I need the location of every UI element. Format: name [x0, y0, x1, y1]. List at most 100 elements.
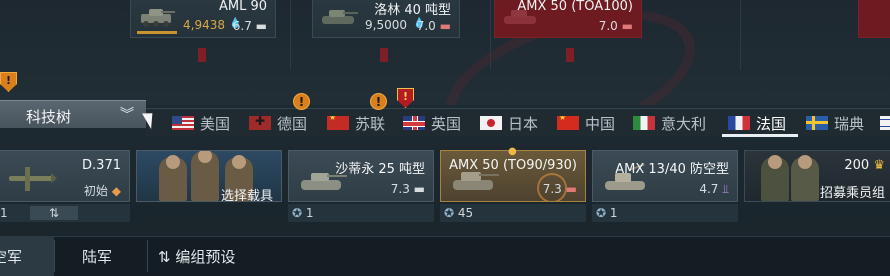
tab-sweden[interactable]: 瑞典: [806, 112, 864, 134]
research-cost: 4,9438: [183, 18, 225, 32]
crew-slot-vehicle-selected[interactable]: AMX 50 (TO90/930) 7.3 ▬: [440, 150, 586, 202]
warning-icon[interactable]: !: [370, 93, 387, 110]
battle-rating: 7.3 ▬: [390, 182, 425, 196]
divider: [147, 240, 148, 272]
tree-divider: [290, 0, 291, 70]
selected-ring: [537, 173, 567, 201]
crew-skill-icon: ✪: [444, 206, 455, 220]
swap-button[interactable]: ⇅: [30, 206, 78, 220]
tech-tree-label: 科技树: [26, 108, 72, 126]
recruit-cost: 200 ♛: [844, 158, 885, 173]
tab-label: 中国: [585, 114, 616, 133]
tab-label: 日本: [508, 114, 539, 133]
slot-footer: ✪ 45: [440, 204, 586, 222]
tree-link-marker: [566, 48, 574, 62]
slot-footer: ✪ 1: [592, 204, 738, 222]
tree-divider: [490, 0, 491, 70]
battle-rating: 7.0 ▬: [416, 19, 451, 33]
crew-slot-vehicle[interactable]: AMX 13/40 防空型 4.7 ⫫: [592, 150, 738, 202]
tab-air[interactable]: 空军: [0, 246, 22, 267]
tab-germany[interactable]: 德国: [249, 112, 307, 134]
slot-footer: ✪ 1: [288, 204, 434, 222]
vehicle-thumbnail-icon: [322, 10, 358, 24]
bottom-bar: [0, 236, 890, 276]
tab-china[interactable]: 中国: [557, 112, 615, 134]
crew-level: 1: [0, 206, 8, 220]
usa-flag-icon: [172, 116, 194, 130]
france-flag-icon: [728, 116, 750, 130]
research-progress-bar: [137, 31, 177, 34]
tab-usa[interactable]: 美国: [172, 112, 230, 134]
tab-france[interactable]: 法国: [728, 112, 786, 134]
tab-label: 英国: [431, 114, 462, 133]
tree-divider: [740, 0, 741, 70]
vehicle-name: AML 90: [218, 0, 267, 14]
event-shield-icon[interactable]: !: [397, 88, 414, 108]
battle-rating: 4.7 ⫫: [699, 182, 729, 196]
research-cost: 9,5000: [365, 18, 407, 32]
tree-vehicle-card[interactable]: AML 90 4,9438 💧 6.7 ▬: [130, 0, 276, 38]
israel-flag-icon[interactable]: [880, 116, 890, 130]
tab-ground[interactable]: 陆军: [82, 246, 112, 267]
vehicle-name: D.371: [82, 158, 121, 173]
battle-rating: 7.0 ▬: [598, 19, 633, 33]
crew-level: 1: [609, 206, 618, 220]
crew-level: 1: [305, 206, 314, 220]
crew-figure: [791, 155, 819, 201]
warning-icon[interactable]: !: [293, 93, 310, 110]
tech-tree-area: AML 90 4,9438 💧 6.7 ▬ 洛林 40 吨型 9,5000 💧 …: [0, 0, 890, 105]
vehicle-name: AMX 13/40 防空型: [615, 162, 729, 177]
tab-britain[interactable]: 英国: [403, 112, 461, 134]
tab-japan[interactable]: 日本: [480, 112, 538, 134]
tree-vehicle-card[interactable]: 洛林 40 吨型 9,5000 💧 7.0 ▬: [312, 0, 460, 38]
tab-label: 苏联: [355, 114, 386, 133]
japan-flag-icon: [480, 116, 502, 130]
vehicle-name: 洛林 40 吨型: [374, 3, 451, 18]
crew-skill-icon: ✪: [596, 206, 607, 220]
swap-icon: ⇅: [158, 248, 171, 266]
sweden-flag-icon: [806, 116, 828, 130]
tech-tree-button[interactable]: 科技树 ︾: [0, 100, 146, 128]
crew-skill-icon: ✪: [292, 206, 303, 220]
tree-link-marker: [198, 48, 206, 62]
slot-footer: 1 ⇅: [0, 204, 130, 222]
tree-vehicle-card-locked[interactable]: [858, 0, 890, 38]
crew-slot-aircraft[interactable]: D.371 初始 ◆: [0, 150, 130, 202]
crew-slot-vehicle[interactable]: 沙蒂永 25 吨型 7.3 ▬: [288, 150, 434, 202]
tab-label: 法国: [756, 114, 787, 133]
germany-flag-icon: [249, 116, 271, 130]
preset-button[interactable]: ⇅ 编组预设: [158, 246, 235, 267]
crew-figure: [159, 155, 187, 201]
tab-ussr[interactable]: 苏联: [327, 112, 385, 134]
vehicle-status: 初始 ◆: [83, 184, 121, 198]
tab-label: 瑞典: [834, 114, 865, 133]
vehicle-name: AMX 50 (TOA100): [517, 0, 633, 14]
choose-vehicle-label: 选择载具: [220, 189, 273, 202]
uk-flag-icon: [403, 116, 425, 130]
china-flag-icon: [557, 116, 579, 130]
aircraft-thumbnail-icon: [9, 167, 57, 191]
ussr-flag-icon: [327, 116, 349, 130]
top-marker-icon: ●: [508, 146, 517, 157]
crew-slot-empty[interactable]: 选择载具: [136, 150, 282, 202]
crew-figure: [761, 155, 789, 201]
crew-level: 45: [457, 206, 474, 220]
tab-label: 意大利: [661, 114, 707, 133]
active-tab-indicator: [722, 134, 798, 137]
italy-flag-icon: [633, 116, 655, 130]
divider: [54, 240, 55, 272]
crew-figure: [191, 151, 219, 201]
tab-italy[interactable]: 意大利: [633, 112, 706, 134]
tree-link-marker: [380, 48, 388, 62]
vehicle-name: 沙蒂永 25 吨型: [335, 162, 425, 177]
recruit-crew-slot[interactable]: 200 ♛ 招募乘员组: [744, 150, 890, 202]
vehicle-name: AMX 50 (TO90/930): [449, 158, 577, 173]
tree-vehicle-card-locked[interactable]: AMX 50 (TOA100) 7.0 ▬: [494, 0, 642, 38]
preset-label: 编组预设: [175, 248, 236, 266]
chevron-down-icon: ︾: [120, 107, 134, 123]
tab-label: 美国: [200, 114, 231, 133]
vehicle-thumbnail-icon: [141, 9, 175, 27]
tab-label: 德国: [277, 114, 308, 133]
recruit-crew-label: 招募乘员组: [819, 186, 885, 201]
battle-rating: 6.7 ▬: [232, 19, 267, 33]
